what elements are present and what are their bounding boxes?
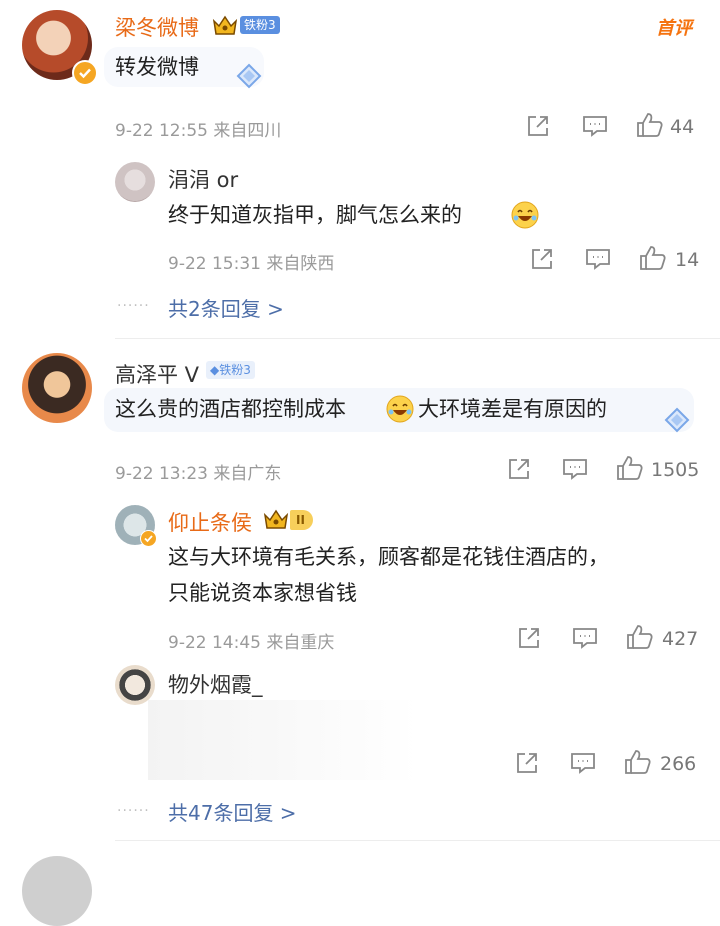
fan-badge-label: 铁粉3 [219, 363, 251, 377]
reply-text: 终于知道灰指甲，脚气怎么来的 [168, 203, 462, 227]
comment-meta: 9-22 13:23 来自广东 [115, 464, 282, 484]
username[interactable]: 梁冬微博 [115, 12, 199, 42]
username[interactable]: 物外烟霞_ [168, 669, 263, 699]
comment-meta: 9-22 12:55 来自四川 [115, 121, 282, 141]
like-count: 427 [662, 628, 699, 650]
fan-badge: ◆铁粉3 [206, 361, 255, 379]
username[interactable]: 高泽平 V [115, 359, 199, 389]
like-icon[interactable] [624, 749, 652, 775]
comment-icon[interactable] [562, 457, 588, 481]
like-count: 14 [675, 249, 700, 271]
share-icon[interactable] [515, 751, 539, 775]
share-icon[interactable] [526, 114, 550, 138]
more-replies-link[interactable]: 共2条回复 > [168, 293, 284, 322]
sparkle-icon [232, 62, 266, 92]
avatar[interactable] [115, 162, 155, 202]
comment-icon[interactable] [572, 626, 598, 650]
comment-2: 高泽平 V ◆铁粉3 这么贵的酒店都控制成本 大环境差是有原因的 9-22 13… [0, 340, 720, 840]
comment-icon[interactable] [585, 247, 611, 271]
comment-text: 这么贵的酒店都控制成本 [115, 392, 346, 426]
diamond-icon: ◆ [210, 363, 220, 377]
crown-icon [212, 13, 238, 37]
share-icon[interactable] [507, 457, 531, 481]
level-badge: II [290, 510, 313, 530]
comment-text-part: 这么贵的酒店都控制成本 [115, 397, 346, 421]
like-icon[interactable] [626, 624, 654, 650]
fan-badge: 铁粉3 [240, 16, 280, 34]
username[interactable]: 涓涓 or [168, 164, 238, 194]
more-dots: ······ [117, 803, 150, 819]
like-count: 266 [660, 753, 697, 775]
sparkle-icon [660, 406, 694, 436]
avatar[interactable] [22, 353, 92, 423]
more-dots: ······ [117, 298, 150, 314]
laugh-emoji-icon [385, 394, 415, 424]
more-replies-link[interactable]: 共47条回复 > [168, 797, 297, 826]
reply-meta: 9-22 14:45 来自重庆 [168, 633, 335, 653]
like-icon[interactable] [616, 455, 644, 481]
reply-meta: 9-22 15:31 来自陕西 [168, 254, 335, 274]
reply-text: 只能说资本家想省钱 [168, 581, 357, 605]
like-icon[interactable] [639, 245, 667, 271]
divider [115, 840, 720, 841]
share-icon[interactable] [517, 626, 541, 650]
comment-icon[interactable] [582, 114, 608, 138]
comment-text: 转发微博 [115, 55, 199, 79]
divider [115, 338, 720, 339]
username[interactable]: 仰止条侯 [168, 507, 252, 537]
avatar[interactable] [115, 665, 155, 705]
share-icon[interactable] [530, 247, 554, 271]
comment-text-part: 大环境差是有原因的 [418, 397, 607, 421]
verified-icon [72, 60, 98, 86]
like-count: 1505 [651, 459, 700, 481]
crown-icon [263, 507, 289, 531]
reply-text: 这与大环境有毛关系，顾客都是花钱住酒店的， [168, 545, 609, 569]
pinned-label: 首评 [656, 18, 692, 39]
like-count: 44 [670, 116, 695, 138]
verified-icon [140, 530, 157, 547]
image-placeholder[interactable] [148, 700, 418, 780]
avatar[interactable] [22, 856, 92, 926]
comment-1: 梁冬微博 铁粉3 首评 转发微博 9-22 12:55 来自四川 44 涓涓 o… [0, 0, 720, 340]
comment-icon[interactable] [570, 751, 596, 775]
like-icon[interactable] [636, 112, 664, 138]
laugh-emoji-icon [510, 200, 540, 230]
